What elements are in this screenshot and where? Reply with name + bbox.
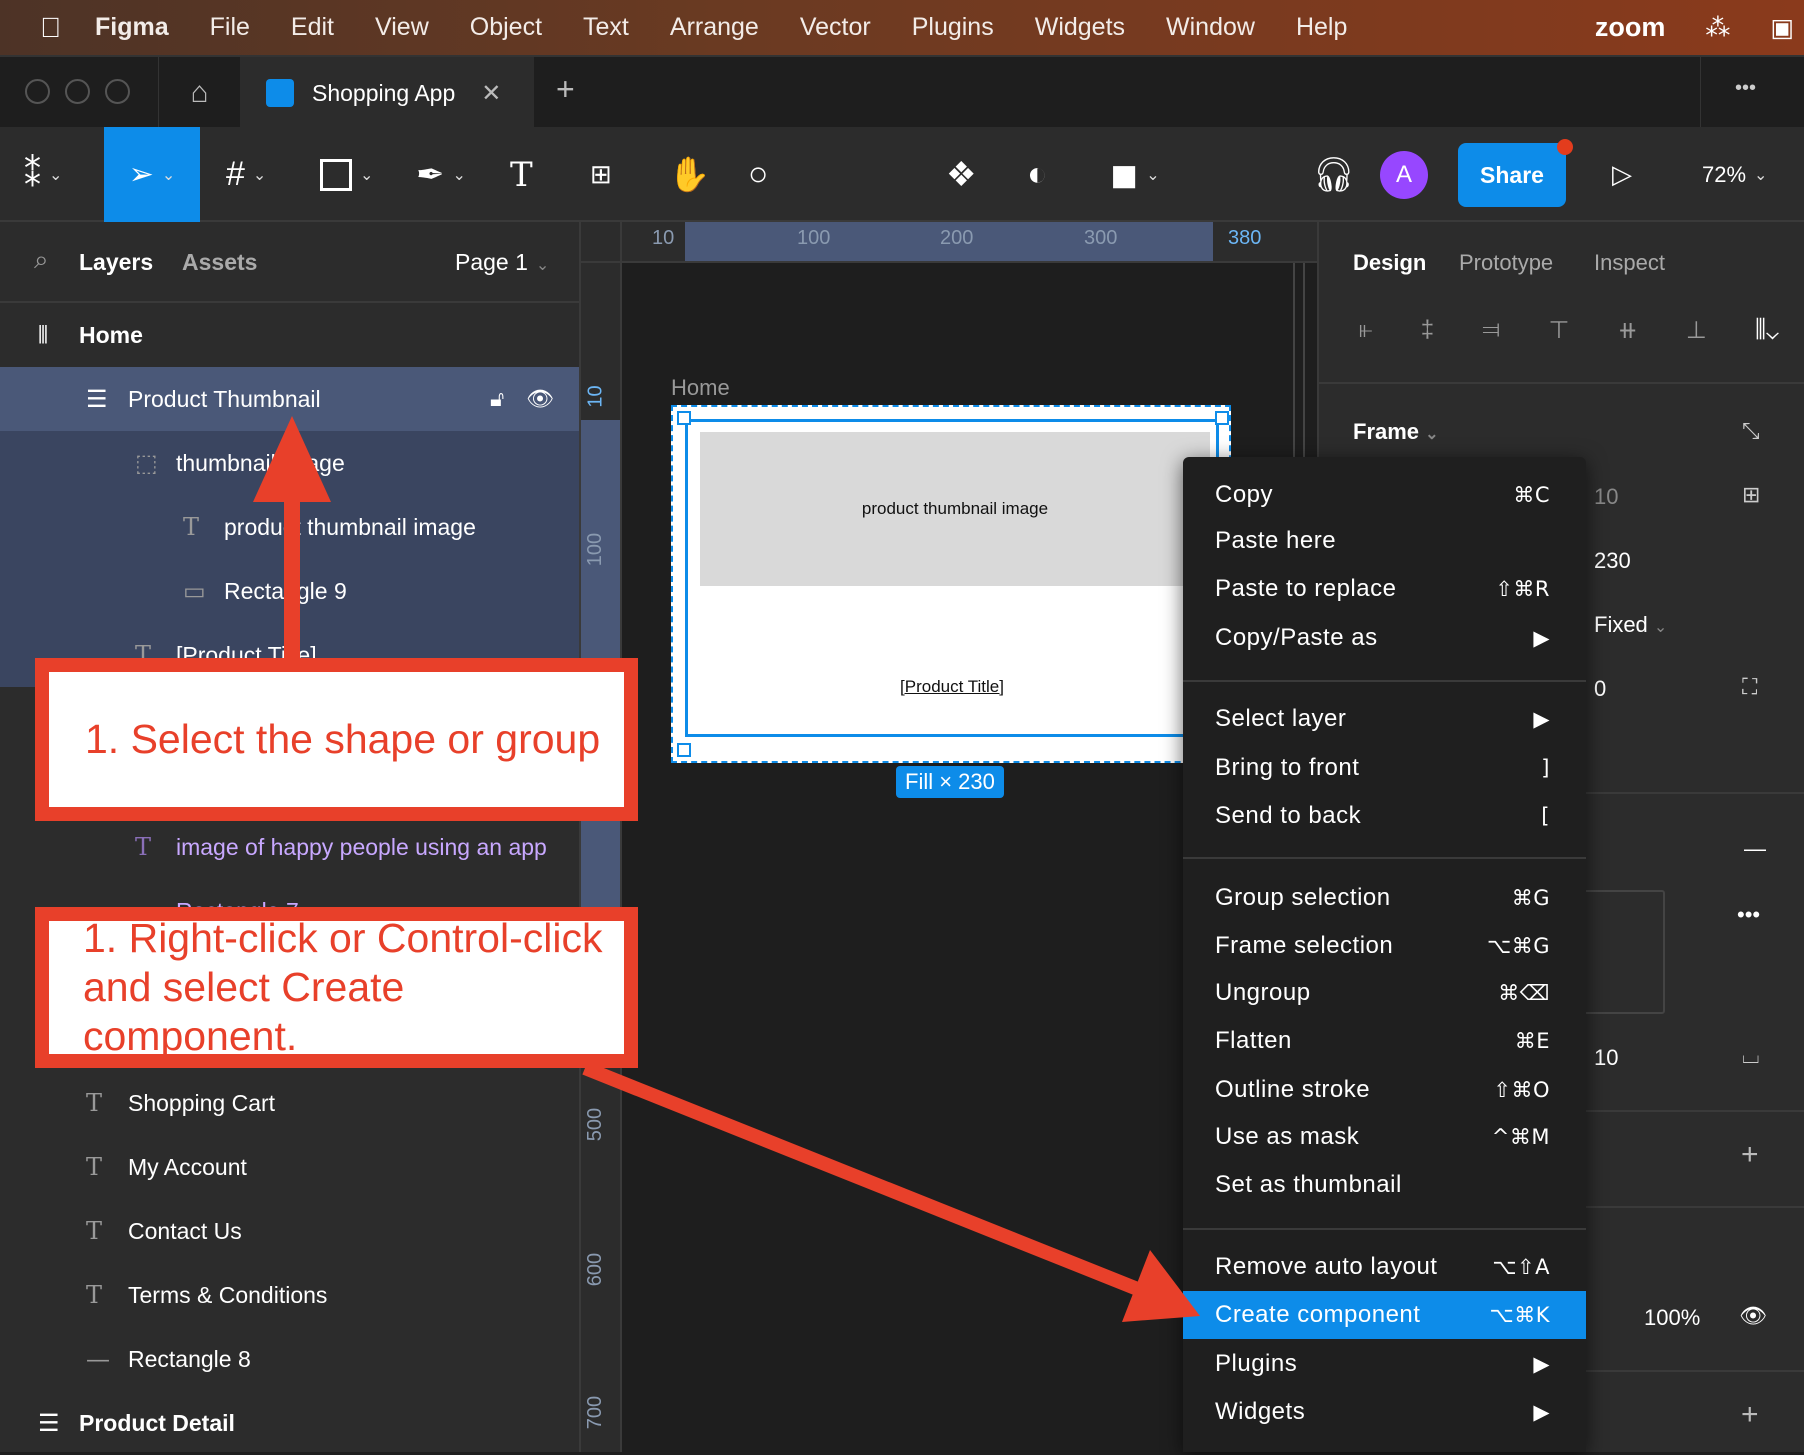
arrow-to-create-component	[582, 1061, 1200, 1322]
arrow-up-to-layer	[253, 416, 331, 665]
annotation-text: and select Create component.	[83, 963, 405, 1060]
annotation-step-select: 1. Select the shape or group	[35, 658, 638, 821]
annotation-text: 1. Select the shape or group	[85, 715, 601, 762]
annotation-text: 1. Right-click or Control-click	[83, 914, 603, 961]
annotation-step-right-click: 1. Right-click or Control-click and sele…	[35, 907, 638, 1068]
